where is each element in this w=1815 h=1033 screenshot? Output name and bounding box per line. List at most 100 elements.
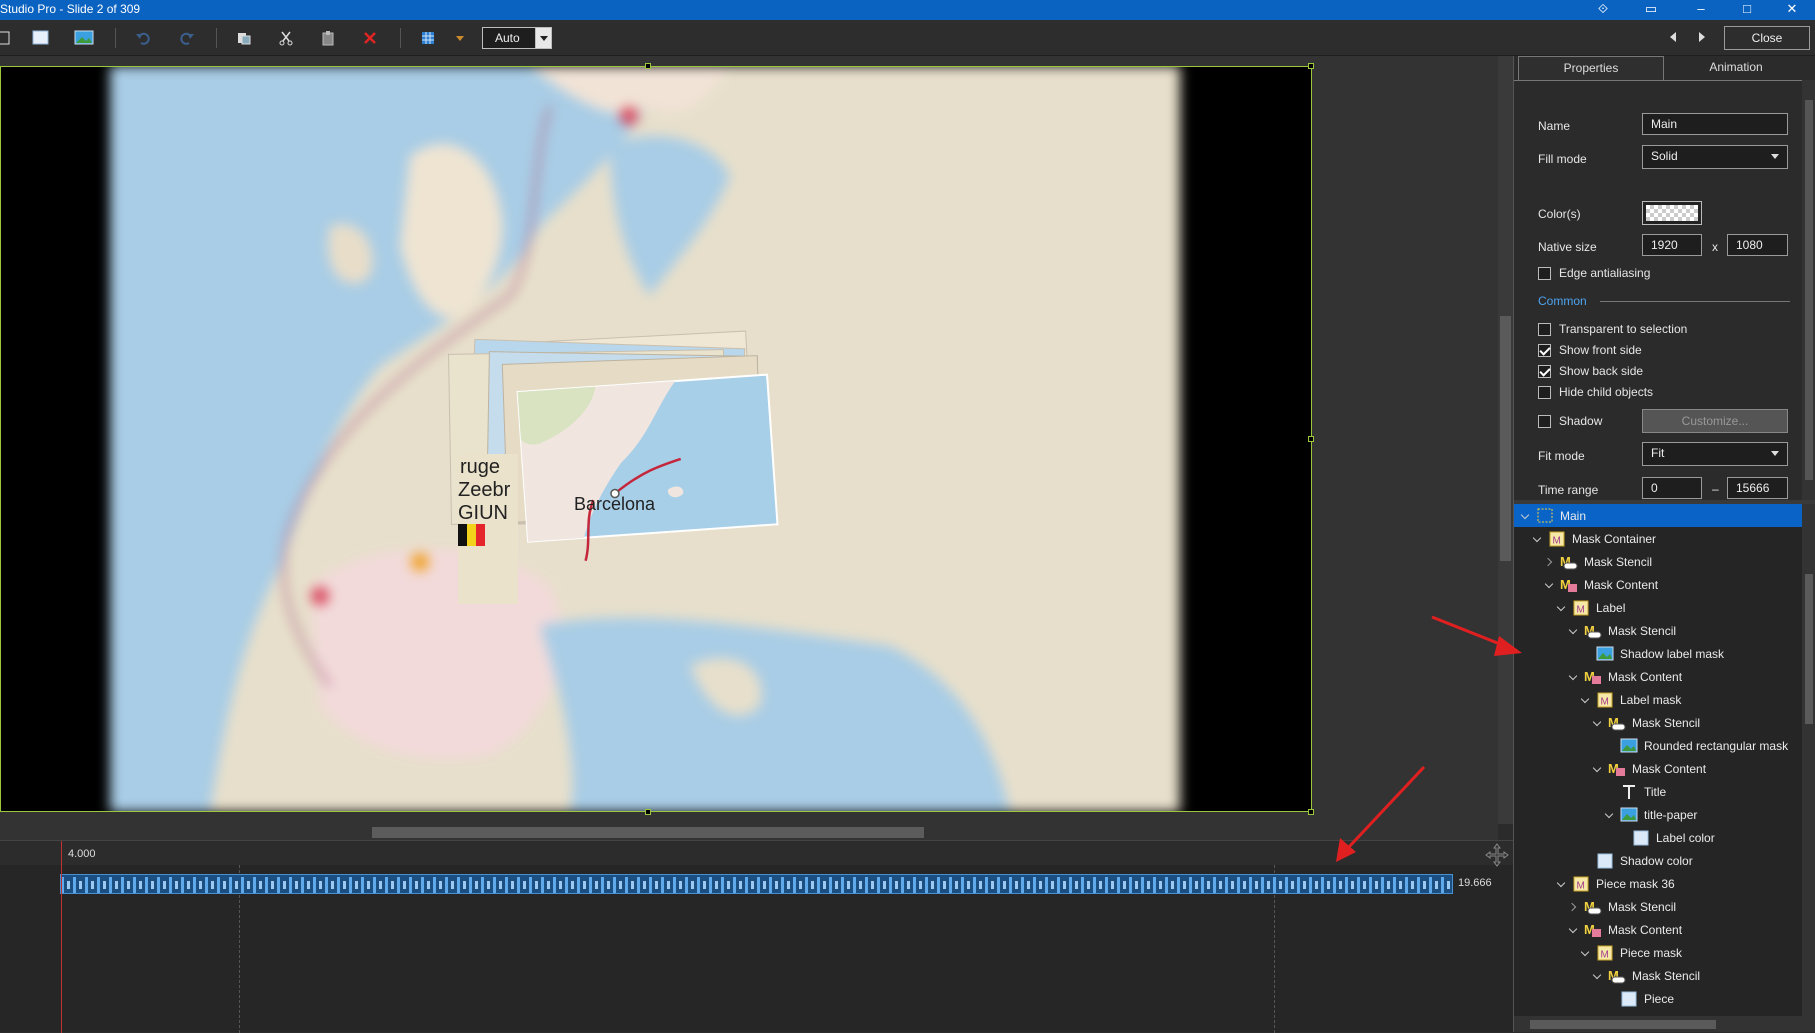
add-rectangle-icon[interactable] [30,28,52,48]
timeline[interactable]: 4.000 19.666 [0,840,1513,1033]
properties-scrollbar[interactable] [1802,80,1815,500]
fit-mode-select[interactable]: Fit [1642,442,1788,466]
restore-layout-icon[interactable]: ⟐ [1588,0,1618,20]
keyframe-track[interactable] [60,874,1453,894]
tree-item[interactable]: M Mask Content [1514,665,1802,688]
undo-icon[interactable] [132,28,154,48]
shadow-checkbox[interactable]: Shadow [1538,414,1602,428]
chevron-down-icon[interactable] [1556,602,1568,614]
tree-item[interactable]: title-paper [1514,803,1802,826]
chevron-down-icon[interactable] [1568,671,1580,683]
customize-button[interactable]: Customize... [1642,409,1788,433]
hide-child-objects-checkbox[interactable]: Hide child objects [1538,385,1653,399]
grid-dropdown-icon[interactable] [449,28,471,48]
canvas-area[interactable]: Barcelona ruge Zeebr GIUN [0,56,1498,824]
checkbox-box[interactable] [1538,414,1551,428]
tree-item[interactable]: M Mask Content [1514,757,1802,780]
tree-item[interactable]: M Label [1514,596,1802,619]
tree-item[interactable]: M Mask Stencil [1514,711,1802,734]
chevron-down-icon[interactable] [1556,878,1568,890]
close-button[interactable]: Close [1724,26,1810,50]
object-tree[interactable]: Main M Mask Container M Mask Stencil M Mask Co… [1514,504,1802,1016]
chevron-right-icon[interactable] [1544,556,1556,568]
tree-item[interactable]: Piece [1514,987,1802,1010]
chevron-down-icon[interactable] [535,28,551,48]
chevron-down-icon[interactable] [1520,510,1532,522]
fill-mode-select[interactable]: Solid [1642,145,1788,169]
show-front-side-checkbox[interactable]: Show front side [1538,343,1642,357]
canvas-horizontal-scrollbar[interactable] [0,824,1498,840]
checkbox-box[interactable] [1538,343,1551,357]
chevron-down-icon[interactable] [1604,809,1616,821]
native-width-input[interactable]: 1920 [1642,234,1702,256]
redo-icon[interactable] [176,28,198,48]
paste-icon[interactable] [317,28,339,48]
tree-item[interactable]: M Mask Content [1514,918,1802,941]
move-icon[interactable] [1485,843,1509,867]
checkbox-box[interactable] [1538,364,1551,378]
copy-icon[interactable] [233,28,255,48]
select-tool-icon[interactable] [0,28,14,48]
chevron-right-icon[interactable] [1568,901,1580,913]
transparent-to-selection-checkbox[interactable]: Transparent to selection [1538,322,1687,336]
tree-horizontal-scrollbar[interactable] [1514,1016,1802,1032]
delete-icon[interactable] [359,28,381,48]
scrollbar-thumb[interactable] [1805,574,1813,724]
window-menu-icon[interactable]: ▭ [1636,0,1666,20]
tree-item[interactable]: Shadow label mask [1514,642,1802,665]
scrollbar-thumb[interactable] [1530,1020,1716,1029]
chevron-down-icon[interactable] [1568,924,1580,936]
name-input[interactable]: Main [1642,113,1788,135]
close-window-button[interactable]: ✕ [1777,0,1807,20]
chevron-down-icon[interactable] [1544,579,1556,591]
tree-item[interactable]: Shadow color [1514,849,1802,872]
scrollbar-thumb[interactable] [1500,316,1511,561]
native-height-input[interactable]: 1080 [1727,234,1788,256]
grid-icon[interactable] [417,28,439,48]
checkbox-box[interactable] [1538,385,1551,399]
chevron-down-icon[interactable] [1580,947,1592,959]
tree-item[interactable]: M Mask Content [1514,573,1802,596]
tab-animation[interactable]: Animation [1666,56,1806,80]
tree-item[interactable]: M Piece mask 36 [1514,872,1802,895]
tab-properties[interactable]: Properties [1518,56,1664,80]
tree-vertical-scrollbar[interactable] [1802,504,1815,1032]
zoom-combo[interactable]: Auto [482,27,552,49]
map-cards-stack[interactable]: Barcelona ruge Zeebr GIUN [0,66,1312,812]
tree-item[interactable]: M Mask Stencil [1514,619,1802,642]
time-range-start-input[interactable]: 0 [1642,477,1702,499]
next-slide-icon[interactable] [1699,32,1705,42]
color-swatch[interactable] [1642,201,1702,225]
timeline-ruler[interactable] [0,841,1513,865]
resize-handle[interactable] [1308,436,1314,442]
scrollbar-thumb[interactable] [1805,100,1813,480]
tree-item[interactable]: M Mask Container [1514,527,1802,550]
tree-item[interactable]: Title [1514,780,1802,803]
time-range-end-input[interactable]: 15666 [1727,477,1788,499]
scrollbar-thumb[interactable] [372,827,924,838]
previous-slide-icon[interactable] [1670,32,1676,42]
tree-item[interactable]: M Mask Stencil [1514,550,1802,573]
chevron-down-icon[interactable] [1592,717,1604,729]
resize-handle[interactable] [1308,63,1314,69]
checkbox-box[interactable] [1538,266,1551,280]
chevron-down-icon[interactable] [1580,694,1592,706]
tree-item[interactable]: Rounded rectangular mask [1514,734,1802,757]
chevron-down-icon[interactable] [1592,763,1604,775]
tree-item[interactable]: M Mask Stencil [1514,964,1802,987]
playhead[interactable] [61,841,62,1033]
tree-item[interactable]: Label color [1514,826,1802,849]
tree-item[interactable]: Main [1514,504,1802,527]
show-back-side-checkbox[interactable]: Show back side [1538,364,1643,378]
maximize-button[interactable]: □ [1732,0,1762,20]
checkbox-box[interactable] [1538,322,1551,336]
cut-icon[interactable] [275,28,297,48]
edge-antialiasing-checkbox[interactable]: Edge antialiasing [1538,266,1650,280]
slide-preview[interactable]: Barcelona ruge Zeebr GIUN [0,66,1312,812]
add-image-icon[interactable] [73,28,95,48]
tree-item[interactable]: M Mask Stencil [1514,895,1802,918]
tree-item[interactable]: M Label mask [1514,688,1802,711]
chevron-down-icon[interactable] [1592,970,1604,982]
canvas-vertical-scrollbar[interactable] [1498,56,1513,824]
resize-handle[interactable] [645,809,651,815]
